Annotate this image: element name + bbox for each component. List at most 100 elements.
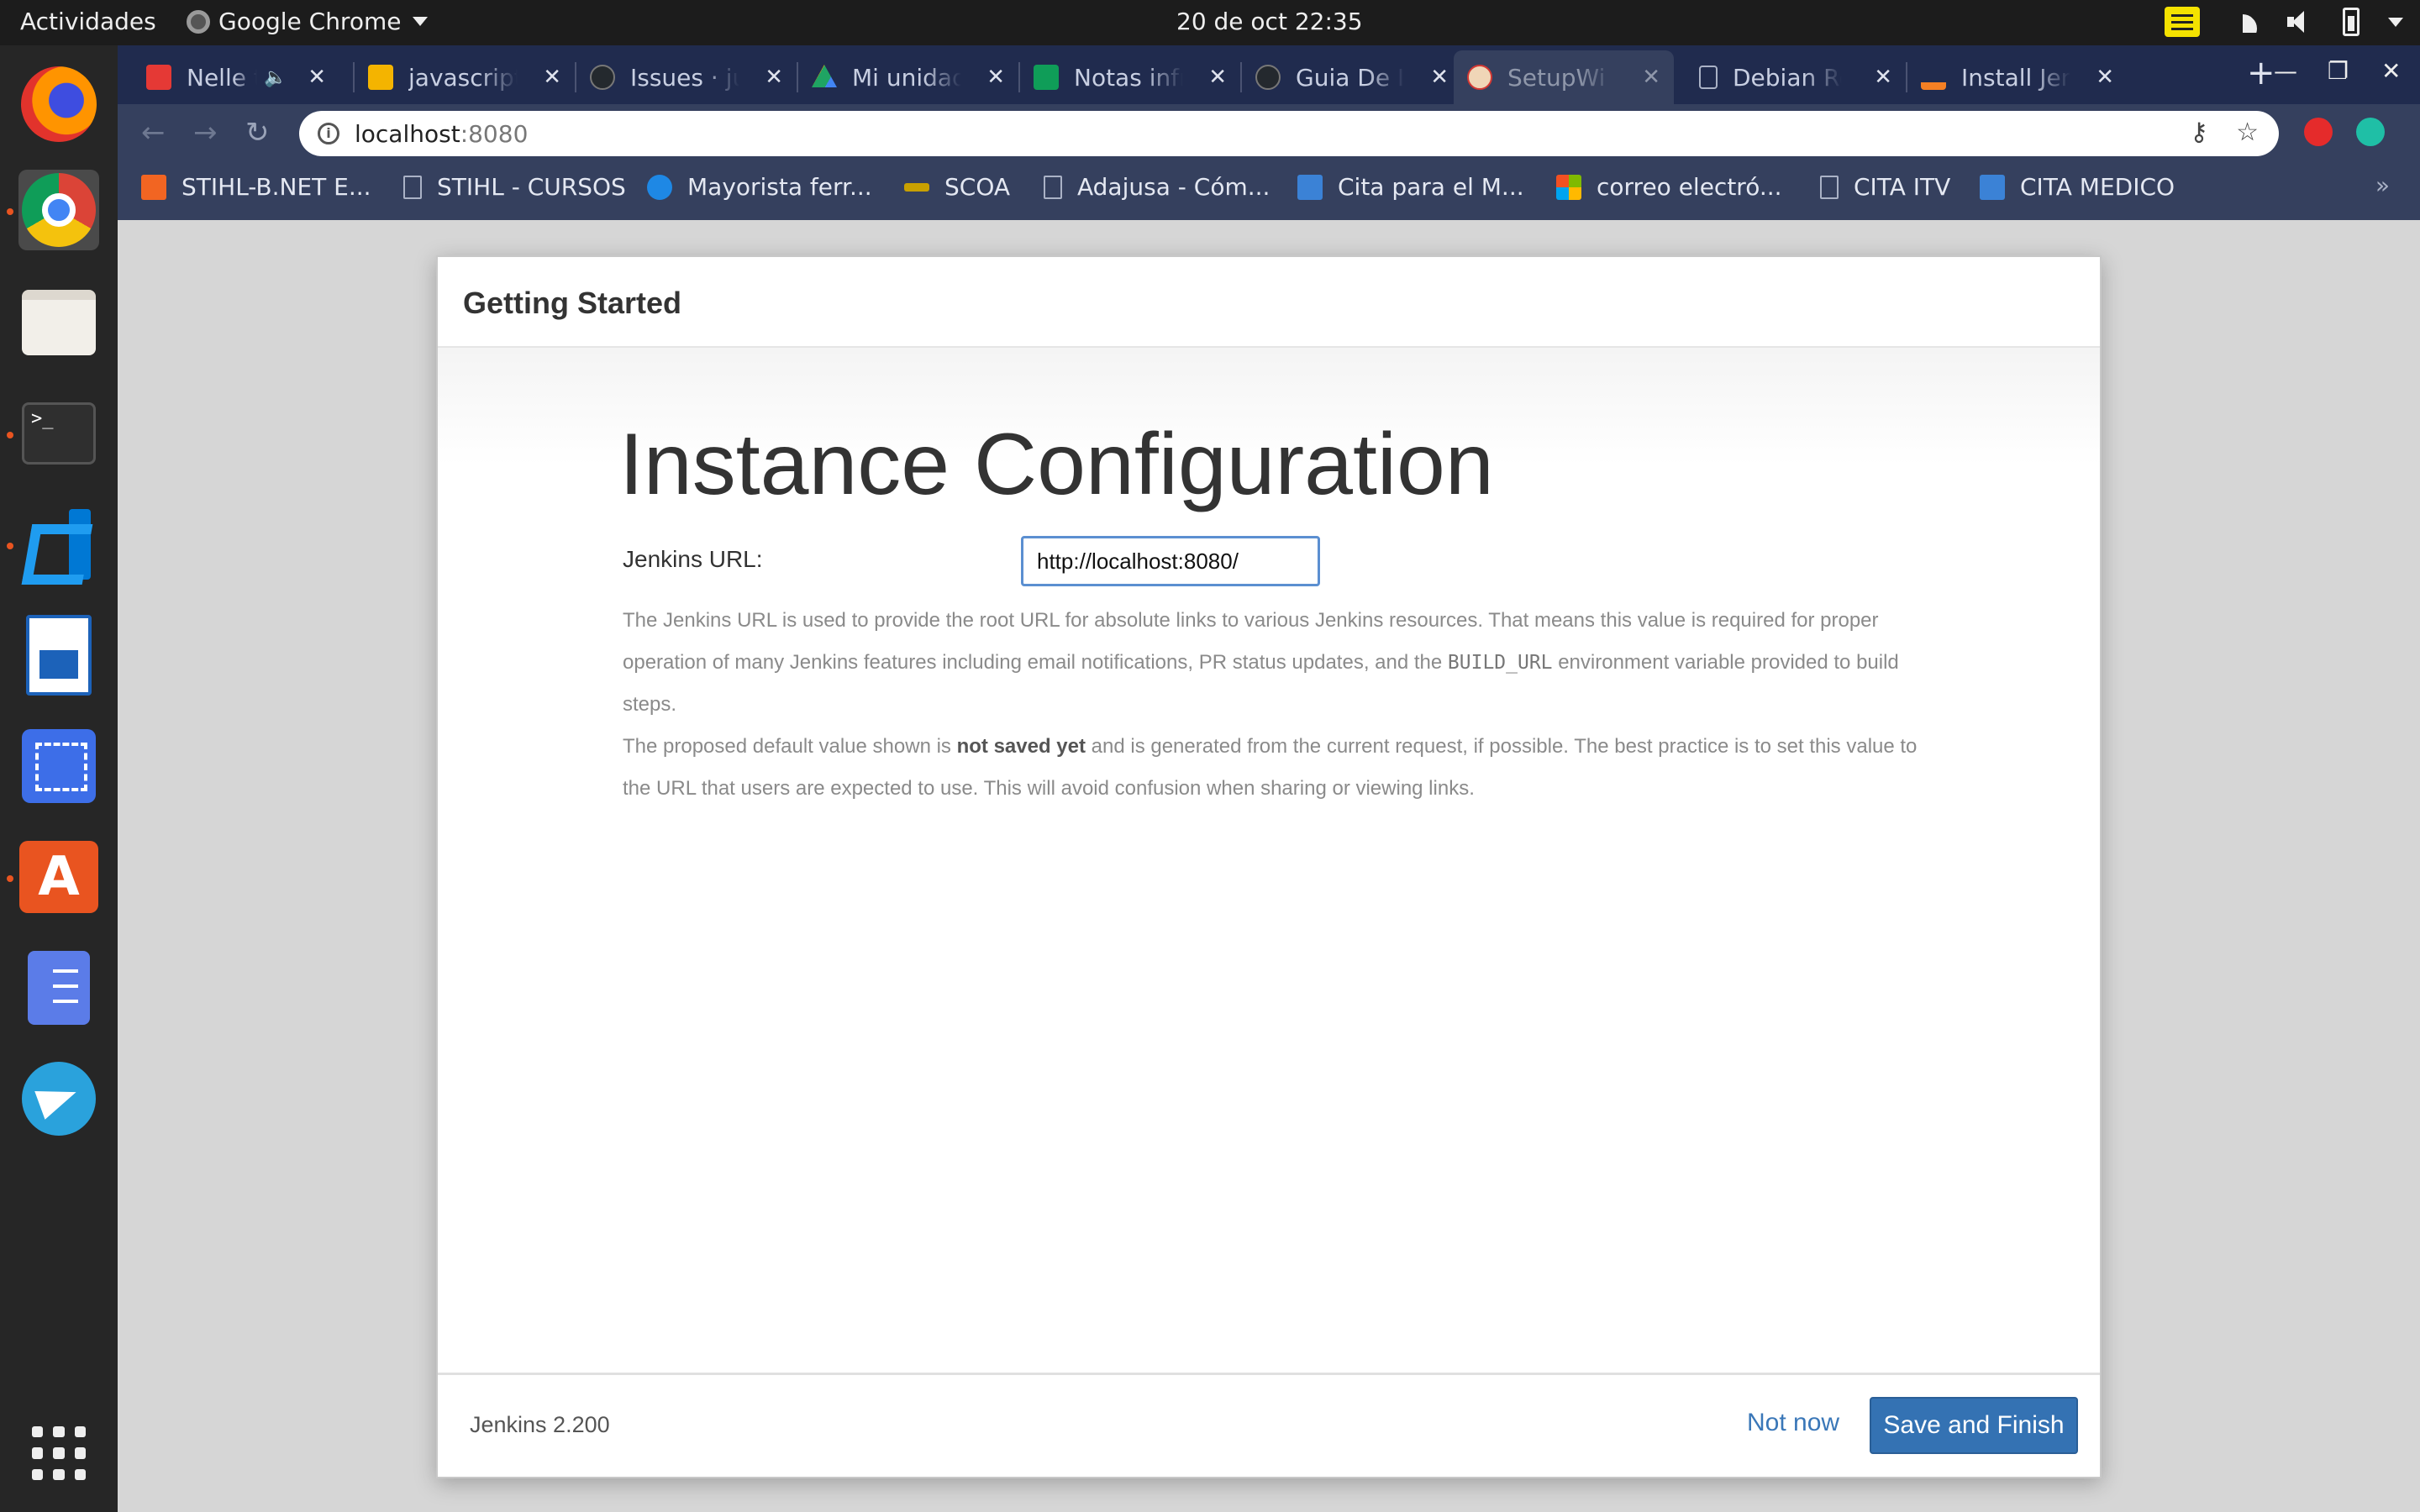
build-url-code: BUILD_URL	[1447, 652, 1553, 674]
page-title: Instance Configuration	[619, 416, 1494, 513]
back-button[interactable]: ←	[141, 116, 166, 150]
tab[interactable]: Guia De In ✕	[1242, 50, 1462, 104]
wifi-bookmark-icon	[1980, 174, 2005, 200]
notes-indicator-icon[interactable]	[2165, 7, 2200, 37]
mayorista-icon	[647, 174, 672, 200]
bookmark-item[interactable]: STIHL - CURSOS	[403, 173, 626, 201]
close-icon[interactable]: ✕	[308, 65, 326, 90]
bookmark-item[interactable]: SCOA	[904, 173, 1010, 201]
bookmark-item[interactable]: CITA MEDICO	[1980, 173, 2175, 201]
chrome-small-icon	[187, 9, 210, 34]
activities-button[interactable]: Actividades	[20, 8, 156, 35]
setup-wizard-dialog: Getting Started Instance Configuration J…	[436, 255, 2102, 1478]
wifi-icon[interactable]	[2228, 11, 2257, 33]
help-paragraph-1: The Jenkins URL is used to provide the r…	[623, 609, 1899, 716]
tab[interactable]: Debian Re ✕	[1686, 50, 1906, 104]
todo-launcher[interactable]	[18, 948, 99, 1028]
files-launcher[interactable]	[18, 282, 99, 363]
close-icon[interactable]: ✕	[2096, 65, 2114, 90]
system-menu-chevron-icon[interactable]	[2388, 17, 2403, 27]
stihl-icon	[141, 174, 166, 200]
tab[interactable]: javascript ✕	[355, 50, 575, 104]
reload-button[interactable]: ↻	[245, 116, 270, 150]
help-text: The Jenkins URL is used to provide the r…	[623, 600, 1933, 810]
running-indicator	[7, 208, 13, 215]
bookmark-label: SCOA	[944, 173, 1011, 201]
tab[interactable]: Install Jen ✕	[1907, 50, 2128, 104]
vscode-launcher[interactable]	[18, 504, 99, 585]
page-icon	[403, 175, 422, 199]
screenshot-launcher[interactable]	[18, 726, 99, 806]
app-menu[interactable]: Google Chrome	[187, 8, 429, 35]
jenkins-url-label: Jenkins URL:	[623, 546, 763, 572]
running-indicator	[7, 432, 13, 438]
bookmark-item[interactable]: STIHL-B.NET E...	[141, 173, 371, 201]
audio-icon[interactable]: 🔈	[264, 67, 287, 88]
page-icon	[1699, 66, 1718, 89]
close-icon[interactable]: ✕	[1642, 65, 1660, 90]
telegram-launcher[interactable]	[18, 1058, 99, 1139]
telegram-icon	[22, 1062, 96, 1136]
firefox-icon	[21, 66, 97, 142]
extension-stop-icon[interactable]	[2304, 118, 2333, 146]
tab-favicon	[146, 65, 171, 90]
battery-icon[interactable]	[2343, 8, 2360, 36]
bookmark-item[interactable]: Cita para el M...	[1297, 173, 1524, 201]
software-launcher[interactable]: A	[18, 837, 99, 917]
gnome-top-bar: Actividades Google Chrome 20 de oct 22:3…	[0, 0, 2420, 45]
jenkins-icon	[1467, 65, 1492, 90]
tab-label: Nelle t	[187, 63, 257, 92]
more-bookmarks-button[interactable]: »	[2375, 171, 2390, 199]
terminal-launcher[interactable]: >_	[18, 393, 99, 474]
tab-strip: Nelle t 🔈 ✕ javascript ✕ Issues · ju ✕ M…	[118, 45, 2420, 104]
close-icon[interactable]: ✕	[543, 65, 561, 90]
new-tab-button[interactable]: +	[2247, 54, 2275, 92]
system-tray[interactable]	[2165, 7, 2403, 37]
info-icon[interactable]: i	[318, 123, 339, 144]
bookmark-item[interactable]: Mayorista ferr...	[647, 173, 872, 201]
key-icon[interactable]: ⚷	[2190, 118, 2208, 147]
tab[interactable]: Mi unidad ✕	[798, 50, 1018, 104]
address-bar[interactable]: i localhost :8080 ⚷ ☆	[299, 111, 2279, 156]
tab[interactable]: Nelle t 🔈 ✕	[133, 50, 339, 104]
close-window-button[interactable]: ✕	[2381, 57, 2401, 85]
dialog-body: Instance Configuration Jenkins URL: The …	[438, 348, 2100, 1352]
terminal-icon: >_	[22, 402, 96, 465]
star-icon[interactable]: ☆	[2236, 118, 2259, 147]
writer-launcher[interactable]	[18, 615, 99, 696]
wifi-bookmark-icon	[1297, 174, 1323, 200]
tab-active[interactable]: SetupWi ✕	[1454, 50, 1674, 104]
firefox-launcher[interactable]	[18, 64, 99, 144]
extension-m-icon[interactable]	[2356, 118, 2385, 146]
tab-label: Guia De In	[1296, 63, 1405, 92]
bookmark-item[interactable]: Adajusa - Cóm...	[1044, 173, 1270, 201]
close-icon[interactable]: ✕	[765, 65, 783, 90]
bookmark-item[interactable]: correo electró...	[1556, 173, 1782, 201]
jenkins-url-input[interactable]	[1021, 536, 1320, 586]
clock[interactable]: 20 de oct 22:35	[1176, 8, 1363, 35]
forward-button[interactable]: →	[193, 116, 218, 150]
show-applications-icon[interactable]	[32, 1426, 86, 1480]
maximize-button[interactable]: ❐	[2328, 57, 2349, 85]
help-paragraph-2: The proposed default value shown is not …	[623, 735, 1918, 800]
url-host: localhost	[355, 119, 460, 148]
bookmark-label: Mayorista ferr...	[687, 173, 872, 201]
url-port: :8080	[460, 119, 529, 148]
chrome-launcher[interactable]	[18, 170, 99, 250]
close-icon[interactable]: ✕	[986, 65, 1005, 90]
tab[interactable]: Issues · ju ✕	[576, 50, 797, 104]
close-icon[interactable]: ✕	[1430, 65, 1449, 90]
volume-icon[interactable]	[2286, 9, 2314, 34]
minimize-button[interactable]: —	[2274, 57, 2297, 85]
bookmark-item[interactable]: CITA ITV	[1820, 173, 1950, 201]
save-and-finish-button[interactable]: Save and Finish	[1870, 1397, 2078, 1454]
tab-label: SetupWi	[1507, 63, 1606, 92]
not-now-link[interactable]: Not now	[1747, 1409, 1839, 1437]
close-icon[interactable]: ✕	[1208, 65, 1227, 90]
bookmark-label: STIHL - CURSOS	[437, 173, 626, 201]
bookmark-label: Adajusa - Cóm...	[1077, 173, 1270, 201]
tab[interactable]: Notas infr ✕	[1020, 50, 1240, 104]
tab-label: javascript	[408, 63, 518, 92]
screenshot-icon	[22, 729, 96, 803]
close-icon[interactable]: ✕	[1874, 65, 1892, 90]
